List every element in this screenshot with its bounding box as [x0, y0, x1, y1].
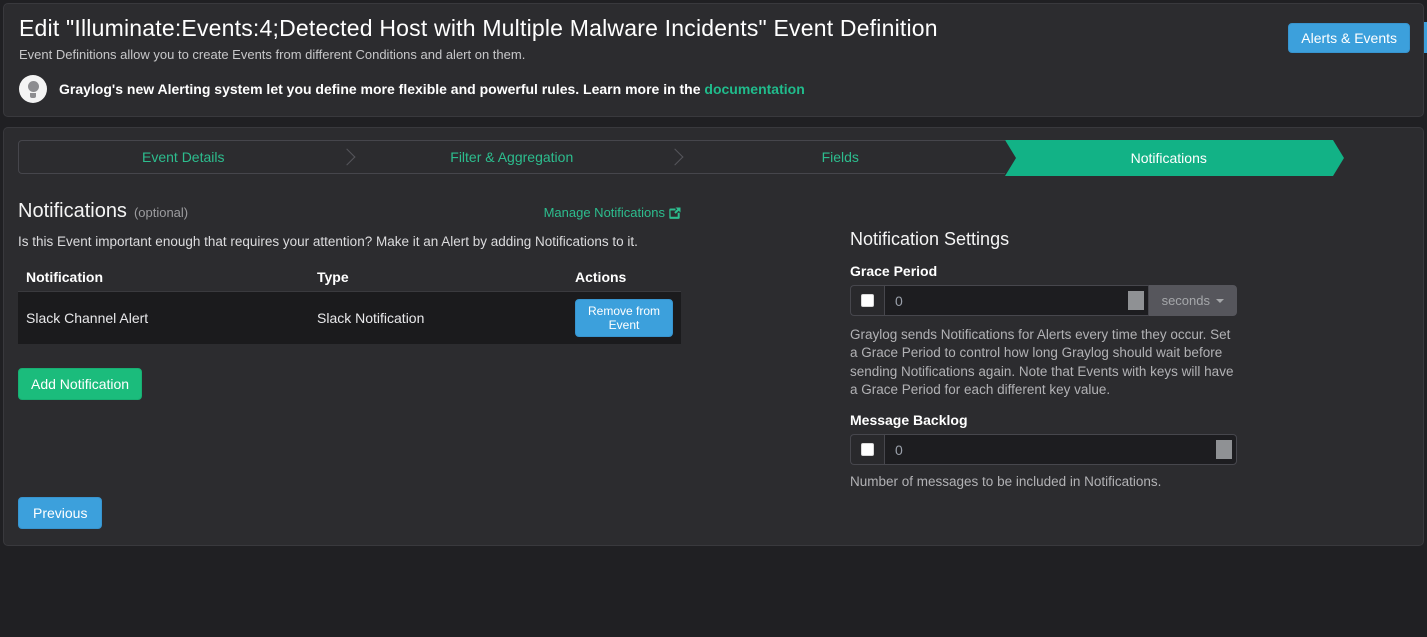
chevron-down-icon: [1216, 299, 1224, 303]
documentation-link[interactable]: documentation: [704, 81, 804, 97]
wizard-step-fields[interactable]: Fields: [676, 141, 1005, 173]
notifications-description: Is this Event important enough that requ…: [18, 234, 681, 249]
grace-period-label: Grace Period: [850, 263, 1237, 279]
grace-period-checkbox[interactable]: [861, 294, 874, 307]
wizard-steps-bar: Event Details Filter & Aggregation Field…: [18, 140, 1334, 174]
notifications-table: Notification Type Actions Slack Channel …: [18, 263, 681, 344]
notification-settings-column: Notification Settings Grace Period secon…: [850, 200, 1237, 492]
previous-button[interactable]: Previous: [18, 497, 102, 529]
page-title: Edit "Illuminate:Events:4;Detected Host …: [19, 15, 1408, 42]
wizard-step-event-details[interactable]: Event Details: [19, 141, 348, 173]
manage-notifications-link[interactable]: Manage Notifications: [544, 205, 681, 220]
cell-notification-type: Slack Notification: [309, 292, 567, 345]
add-notification-button[interactable]: Add Notification: [18, 368, 142, 400]
table-header-type: Type: [309, 263, 567, 292]
grace-period-help-text: Graylog sends Notifications for Alerts e…: [850, 326, 1237, 399]
cell-notification-name: Slack Channel Alert: [18, 292, 309, 345]
lightbulb-icon: [19, 75, 47, 103]
page-header-panel: Edit "Illuminate:Events:4;Detected Host …: [3, 3, 1424, 117]
table-header-actions: Actions: [567, 263, 681, 292]
notifications-heading: Notifications: [18, 200, 127, 223]
external-link-icon: [669, 207, 681, 219]
event-definition-form-panel: Event Details Filter & Aggregation Field…: [3, 127, 1424, 546]
grace-period-input[interactable]: [885, 293, 1148, 309]
message-backlog-checkbox-addon: [850, 434, 884, 465]
wizard-step-notifications[interactable]: Notifications: [1005, 140, 1334, 176]
grace-period-input-group: seconds: [850, 285, 1237, 316]
banner-text: Graylog's new Alerting system let you de…: [59, 81, 805, 97]
message-backlog-input[interactable]: [885, 442, 1236, 458]
message-backlog-label: Message Backlog: [850, 412, 1237, 428]
message-backlog-help-text: Number of messages to be included in Not…: [850, 473, 1237, 491]
page-subtitle: Event Definitions allow you to create Ev…: [19, 47, 1408, 62]
table-header-notification: Notification: [18, 263, 309, 292]
grace-period-unit-dropdown[interactable]: seconds: [1149, 285, 1237, 316]
wizard-step-filter-aggregation[interactable]: Filter & Aggregation: [348, 141, 677, 173]
notifications-column: Notifications (optional) Manage Notifica…: [18, 200, 681, 492]
message-backlog-checkbox[interactable]: [861, 443, 874, 456]
alerts-events-button[interactable]: Alerts & Events: [1288, 23, 1410, 53]
number-spinner-icon[interactable]: [1216, 440, 1232, 459]
remove-from-event-button[interactable]: Remove from Event: [575, 299, 673, 337]
grace-period-checkbox-addon: [850, 285, 884, 316]
number-spinner-icon[interactable]: [1128, 291, 1144, 310]
optional-label: (optional): [134, 205, 188, 220]
alerting-info-banner: Graylog's new Alerting system let you de…: [19, 75, 1408, 103]
table-row: Slack Channel Alert Slack Notification R…: [18, 292, 681, 345]
notification-settings-heading: Notification Settings: [850, 229, 1237, 250]
message-backlog-input-group: [850, 434, 1237, 465]
